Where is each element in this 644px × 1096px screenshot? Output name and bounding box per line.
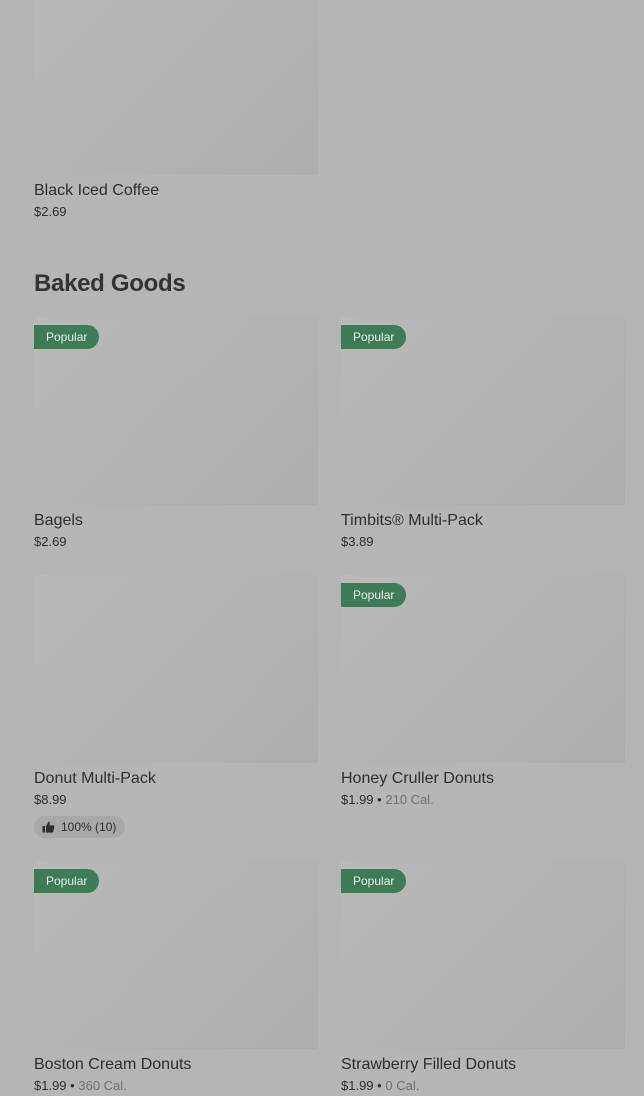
popular-badge: Popular [341, 325, 407, 349]
separator-dot: • [377, 792, 382, 807]
item-price-line: $1.99 • 360 Cal. [34, 1076, 318, 1096]
item-price-line: $1.99 • 0 Cal. [341, 1076, 625, 1096]
item-name: Donut Multi-Pack [34, 770, 156, 787]
item-name: Timbits® Multi-Pack [341, 512, 483, 529]
item-price-line: $2.69 [34, 532, 318, 552]
menu-item-card[interactable]: Popular Timbits® Multi-Pack $3.89 [341, 317, 625, 552]
menu-item-card[interactable]: Donut Multi-Pack $8.99 100% (10) [34, 575, 318, 838]
menu-page: Black Iced Coffee $2.69 Baked Goods Popu… [0, 0, 644, 1093]
item-price-line: $8.99 [34, 790, 318, 810]
item-name: Black Iced Coffee [34, 182, 160, 199]
item-price: $2.69 [34, 534, 67, 549]
item-price-line: $1.99 • 210 Cal. [341, 790, 625, 810]
menu-item-card[interactable]: Popular Honey Cruller Donuts $1.99 • 210… [341, 575, 625, 810]
item-price: $2.69 [34, 204, 67, 219]
item-image: Popular [34, 317, 318, 505]
item-price-line: $3.89 [341, 532, 625, 552]
item-image: Popular [341, 575, 625, 763]
menu-item-card[interactable]: Popular Bagels $2.69 [34, 317, 318, 552]
section-title: Baked Goods [34, 270, 186, 297]
rating-pill: 100% (10) [34, 816, 126, 838]
item-image: Popular [341, 861, 625, 1049]
item-image: Popular [341, 317, 625, 505]
item-price: $3.89 [341, 534, 374, 549]
popular-badge: Popular [341, 583, 407, 607]
menu-item-card[interactable]: Black Iced Coffee $2.69 [34, 0, 318, 222]
item-name: Honey Cruller Donuts [341, 770, 494, 787]
rating-text: 100% (10) [61, 820, 117, 834]
thumbs-up-icon [42, 821, 55, 833]
item-calories: 210 Cal. [385, 792, 434, 807]
popular-badge: Popular [34, 869, 100, 893]
menu-item-card[interactable]: Popular Boston Cream Donuts $1.99 • 360 … [34, 861, 318, 1096]
item-price: $8.99 [34, 792, 67, 807]
item-image [34, 0, 318, 175]
popular-badge: Popular [34, 325, 100, 349]
item-price-line: $2.69 [34, 202, 318, 222]
item-image: Popular [34, 861, 318, 1049]
menu-item-card[interactable]: Popular Strawberry Filled Donuts $1.99 •… [341, 861, 625, 1096]
item-image [34, 575, 318, 763]
item-price: $1.99 [341, 792, 374, 807]
item-name: Boston Cream Donuts [34, 1056, 192, 1073]
item-name: Strawberry Filled Donuts [341, 1056, 517, 1073]
popular-badge: Popular [341, 869, 407, 893]
item-name: Bagels [34, 512, 83, 529]
